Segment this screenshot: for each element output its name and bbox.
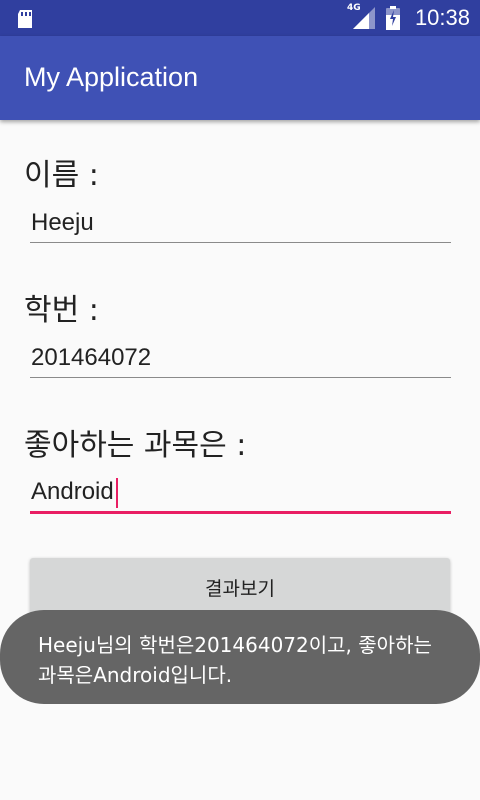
signal-icon: 4G [347, 3, 377, 31]
status-clock: 10:38 [414, 5, 470, 30]
student-id-label: 학번 : [24, 293, 99, 328]
show-result-button-label: 결과보기 [205, 577, 275, 600]
name-label: 이름 : [24, 158, 99, 193]
battery-icon [385, 6, 400, 30]
toast-message: Heeju님의 학번은201464072이고, 좋아하는 과목은Android입… [0, 610, 480, 704]
show-result-button[interactable]: 결과보기 [30, 558, 450, 616]
toast-text: Heeju님의 학번은201464072이고, 좋아하는 과목은Android입… [38, 633, 432, 687]
name-input[interactable]: Heeju [30, 204, 451, 243]
app-bar: My Application [0, 36, 480, 120]
sd-card-icon [18, 10, 32, 28]
student-id-input[interactable]: 201464072 [30, 339, 451, 378]
subject-input-value: Android [31, 478, 114, 505]
student-id-input-value: 201464072 [31, 344, 152, 371]
subject-label: 좋아하는 과목은 : [24, 428, 247, 463]
status-bar: 4G 10:38 [0, 0, 480, 36]
app-title: My Application [24, 62, 199, 92]
text-cursor [115, 477, 118, 508]
subject-input[interactable]: Android [30, 473, 451, 514]
name-input-value: Heeju [31, 209, 94, 236]
